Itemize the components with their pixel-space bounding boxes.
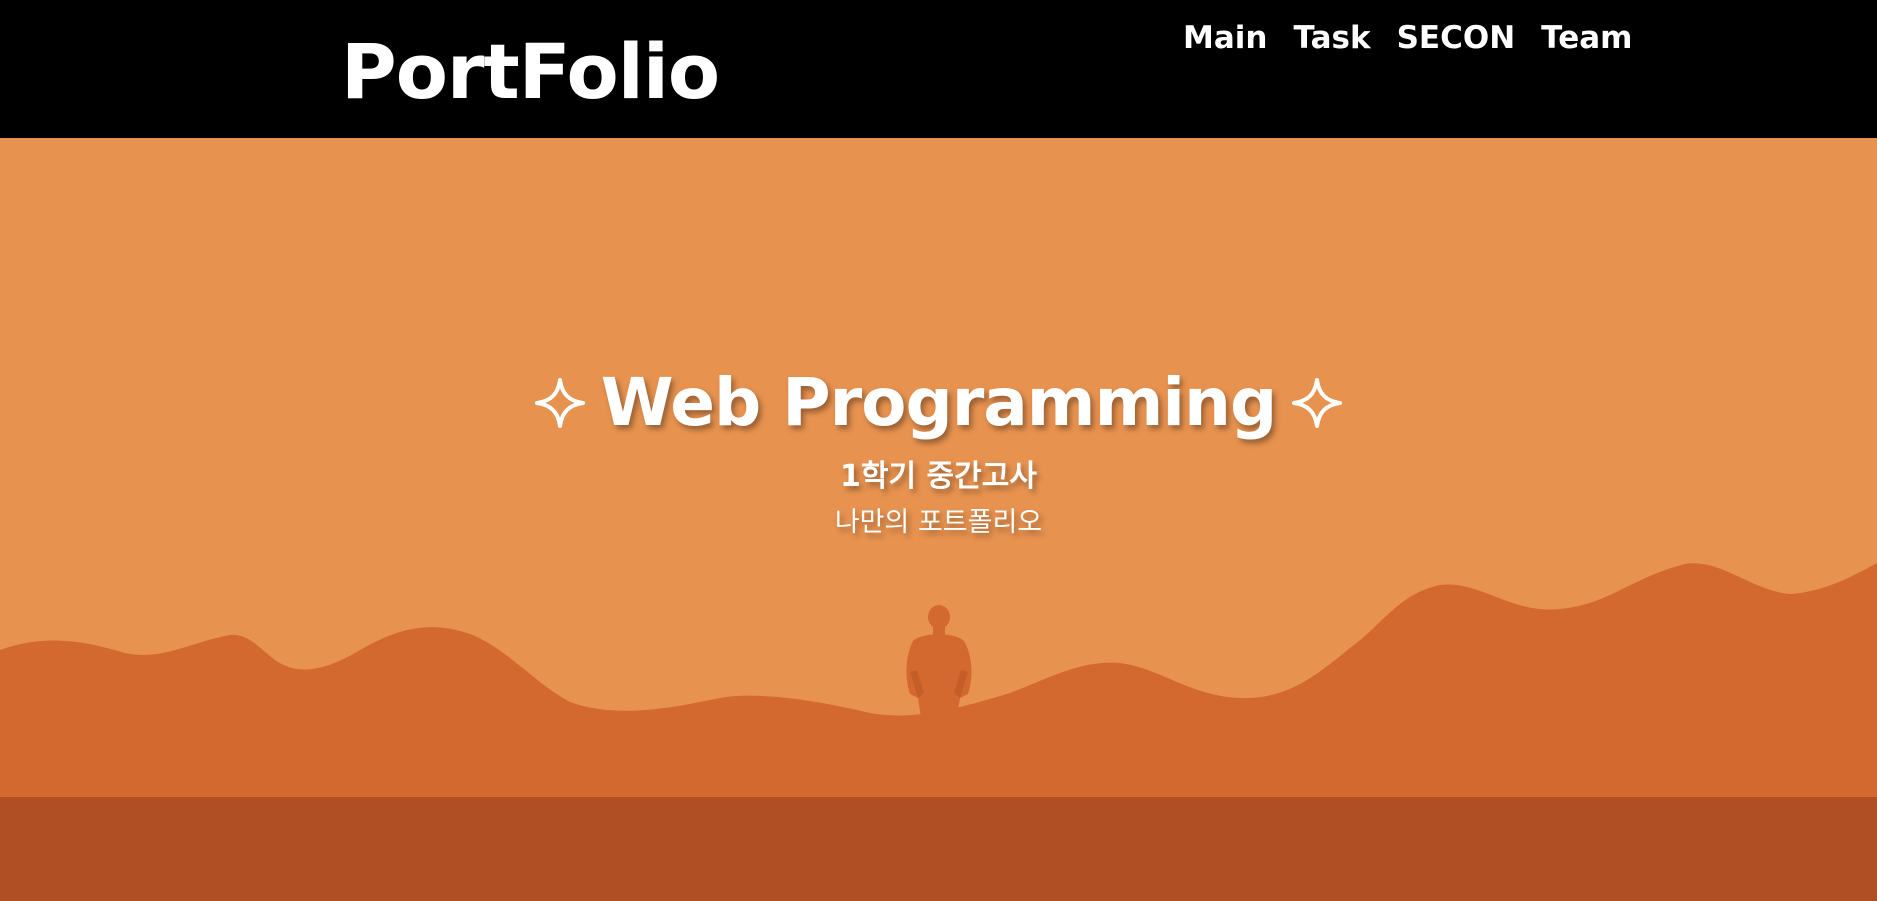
nav-link-task[interactable]: Task bbox=[1293, 18, 1370, 58]
nav-link-main[interactable]: Main bbox=[1183, 18, 1267, 58]
sparkle-icon bbox=[1290, 376, 1344, 430]
hero-title: Web Programming bbox=[0, 361, 1877, 445]
hero-section: Web Programming 1학기 중간고사 나만의 포트폴리오 bbox=[0, 138, 1877, 901]
hero-subtitle: 1학기 중간고사 bbox=[840, 459, 1037, 494]
portfolio-page: PortFolio Main Task SECON Team Web Progr… bbox=[0, 0, 1877, 901]
site-header: PortFolio Main Task SECON Team bbox=[0, 0, 1877, 138]
sparkle-icon bbox=[533, 376, 587, 430]
site-logo[interactable]: PortFolio bbox=[341, 24, 720, 120]
nav-link-team[interactable]: Team bbox=[1541, 18, 1632, 58]
hero-title-text: Web Programming bbox=[600, 364, 1277, 441]
main-nav: Main Task SECON Team bbox=[1183, 16, 1632, 60]
ground-strip bbox=[0, 797, 1877, 901]
hero-description: 나만의 포트폴리오 bbox=[834, 507, 1043, 538]
nav-link-secon[interactable]: SECON bbox=[1397, 18, 1516, 58]
